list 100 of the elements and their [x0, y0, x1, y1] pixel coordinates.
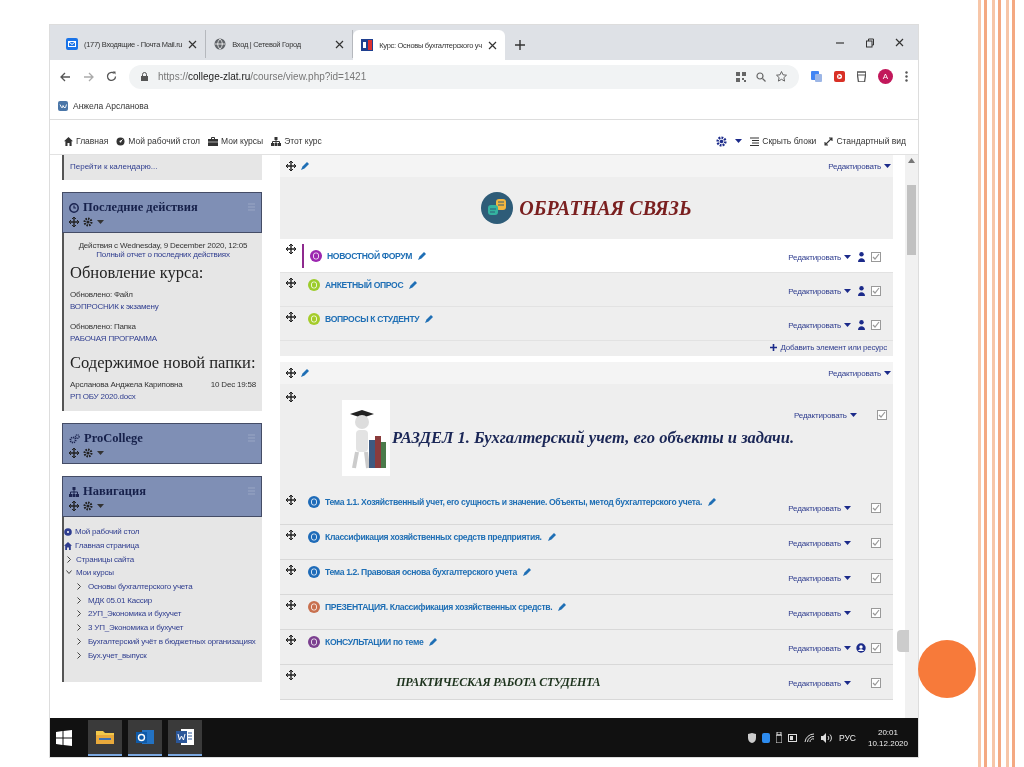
checkbox-icon[interactable]: [871, 320, 881, 330]
nav-action-link[interactable]: Стандартный вид: [824, 136, 906, 146]
edit-menu-link[interactable]: Редактировать: [788, 320, 841, 330]
move-icon[interactable]: [286, 392, 296, 402]
reload-icon[interactable]: [106, 71, 117, 82]
file-link[interactable]: РП ОБУ 2020.docx: [70, 391, 256, 403]
side-tab-handle[interactable]: [897, 630, 909, 652]
move-icon[interactable]: [286, 312, 296, 322]
edit-menu-link[interactable]: Редактировать: [788, 538, 841, 548]
menu-icon[interactable]: [905, 71, 908, 82]
nav-action-link[interactable]: Скрыть блоки: [750, 136, 817, 146]
nav-tree-link[interactable]: Страницы сайта: [76, 554, 134, 564]
chevron-icon[interactable]: [76, 583, 82, 591]
edit-menu-link[interactable]: Редактировать: [788, 608, 841, 618]
checkbox-icon[interactable]: [871, 503, 881, 513]
calendar-link[interactable]: Перейти к календарю...: [70, 162, 158, 171]
usb-icon[interactable]: [775, 732, 782, 743]
pencil-icon[interactable]: [424, 314, 434, 324]
move-icon[interactable]: [286, 161, 296, 171]
activity-link[interactable]: ПРЕЗЕНТАЦИЯ. Классификация хозяйственных средств.: [325, 602, 553, 612]
translate-extension-icon[interactable]: [811, 71, 822, 82]
person-icon[interactable]: [857, 320, 865, 330]
mail-app-button[interactable]: [128, 719, 162, 756]
bookmark-link[interactable]: Анжела Арсланова: [58, 101, 149, 111]
nav-link[interactable]: Мой рабочий стол: [116, 136, 201, 146]
nav-tree-link[interactable]: 3 УП_Экономика и бухучет: [88, 623, 184, 633]
windows-logo-icon[interactable]: [56, 729, 72, 746]
update-link[interactable]: РАБОЧАЯ ПРОГРАММА: [70, 333, 256, 345]
move-icon[interactable]: [286, 244, 296, 254]
chevron-icon[interactable]: [76, 596, 82, 604]
avatar-button[interactable]: A: [878, 69, 893, 84]
pencil-icon[interactable]: [300, 368, 309, 378]
scrollbar-thumb[interactable]: [907, 185, 916, 255]
gear-icon[interactable]: [716, 135, 728, 147]
pencil-icon[interactable]: [557, 602, 567, 612]
edit-menu-link[interactable]: Редактировать: [828, 368, 881, 378]
move-icon[interactable]: [286, 530, 296, 540]
activity-link[interactable]: Тема 1.2. Правовая основа бухгалтерского учета: [325, 567, 517, 577]
close-tab-icon[interactable]: [487, 40, 497, 50]
address-field[interactable]: https://college-zlat.ru/course/view.php?id=1421: [129, 64, 799, 89]
star-icon[interactable]: [776, 71, 787, 82]
chevron-icon[interactable]: [76, 610, 82, 618]
move-icon[interactable]: [286, 635, 296, 645]
activity-link[interactable]: АНКЕТНЫЙ ОПРОС: [325, 280, 404, 290]
word-app-button[interactable]: [168, 719, 202, 756]
record-extension-icon[interactable]: [834, 71, 845, 82]
move-icon[interactable]: [286, 600, 296, 610]
pencil-icon[interactable]: [408, 280, 418, 290]
edit-menu-link[interactable]: Редактировать: [788, 252, 841, 262]
nav-tree-link[interactable]: Мой рабочий стол: [75, 527, 140, 537]
pencil-icon[interactable]: [707, 497, 717, 507]
checkbox-icon[interactable]: [871, 252, 881, 262]
speaker-icon[interactable]: [820, 732, 833, 743]
activity-link[interactable]: Тема 1.1. Хозяйственный учет, его сущность и значение. Объекты, метод бухгалтерского учета.: [325, 497, 703, 507]
move-icon[interactable]: [286, 565, 296, 575]
activity-link[interactable]: ВОПРОСЫ К СТУДЕНТУ: [325, 314, 420, 324]
scroll-up-icon[interactable]: [908, 158, 915, 163]
edit-menu-link[interactable]: Редактировать: [788, 503, 841, 513]
add-resource-link[interactable]: Добавить элемент или ресурс: [770, 343, 887, 352]
user-circle-icon[interactable]: [856, 643, 866, 653]
move-icon[interactable]: [286, 278, 296, 288]
move-icon[interactable]: [286, 670, 296, 680]
checkbox-icon[interactable]: [871, 608, 881, 618]
move-icon[interactable]: [286, 368, 296, 378]
activity-link[interactable]: КОНСУЛЬТАЦИИ по теме: [325, 637, 424, 647]
pencil-icon[interactable]: [417, 251, 427, 261]
cup-extension-icon[interactable]: [857, 71, 866, 82]
nav-tree-link[interactable]: Основы бухгалтерского учета: [88, 582, 193, 592]
close-window-icon[interactable]: [895, 38, 904, 47]
pencil-icon[interactable]: [428, 637, 438, 647]
nav-link[interactable]: Этот курс: [271, 136, 322, 146]
nav-link[interactable]: Мои курсы: [208, 136, 264, 146]
edit-menu-link[interactable]: Редактировать: [788, 678, 841, 688]
wifi-icon[interactable]: [803, 732, 815, 743]
gear-icon[interactable]: [83, 217, 93, 227]
folder-app-button[interactable]: [88, 719, 122, 756]
checkbox-icon[interactable]: [871, 678, 881, 688]
edit-menu-link[interactable]: Редактировать: [788, 286, 841, 296]
chevron-icon[interactable]: [76, 624, 82, 632]
plus-icon[interactable]: [514, 40, 525, 50]
edit-menu-link[interactable]: Редактировать: [788, 573, 841, 583]
chevron-icon[interactable]: [76, 637, 82, 645]
move-icon[interactable]: [286, 495, 296, 505]
battery-icon[interactable]: [787, 733, 798, 742]
person-icon[interactable]: [857, 252, 865, 262]
close-tab-icon[interactable]: [188, 39, 198, 49]
pencil-icon[interactable]: [300, 161, 309, 171]
nav-tree-link[interactable]: 2УП_Экономика и бухучет: [88, 609, 182, 619]
chevron-icon[interactable]: [66, 555, 72, 563]
checkbox-icon[interactable]: [871, 643, 881, 653]
activity-link[interactable]: Классификация хозяйственных средств предприятия.: [325, 532, 542, 542]
shield-icon[interactable]: [747, 732, 756, 743]
restore-icon[interactable]: [865, 38, 875, 48]
edit-menu-link[interactable]: Редактировать: [828, 161, 881, 171]
nav-tree-link[interactable]: Мои курсы: [76, 568, 114, 578]
update-link[interactable]: ВОПРОСНИК к экзамену: [70, 301, 256, 313]
pencil-icon[interactable]: [546, 532, 556, 542]
checkbox-icon[interactable]: [871, 573, 881, 583]
checkbox-icon[interactable]: [871, 286, 881, 296]
qr-code-icon[interactable]: [736, 71, 746, 82]
